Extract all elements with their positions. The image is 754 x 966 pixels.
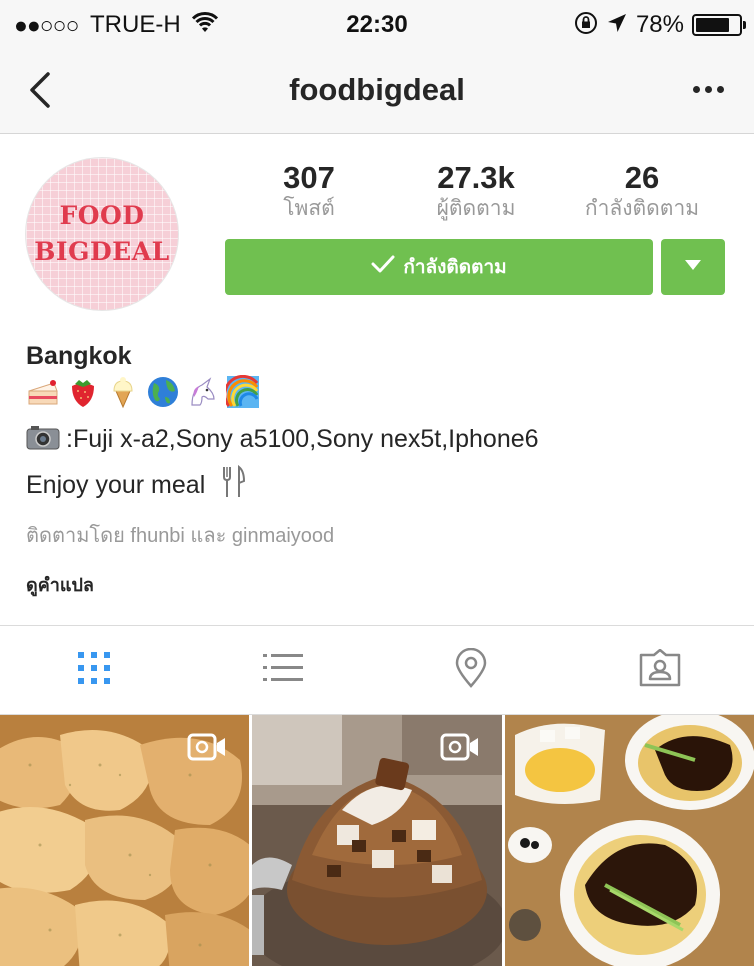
orientation-lock-icon [574,11,598,40]
avatar[interactable]: FOOD BIGDEAL [25,157,179,311]
battery-icon [692,14,746,36]
profile-username-title: foodbigdeal [289,72,465,107]
cake-icon [26,375,60,414]
avatar-text-line1: FOOD [59,201,145,230]
see-translation-link[interactable]: ดูคำแปล [26,570,726,600]
bio-meal-text: Enjoy your meal [26,471,206,499]
stat-posts[interactable]: 307 โพสต์ [219,160,399,222]
fork-knife-icon [220,464,246,512]
stat-followers-label: ผู้ติดตาม [436,197,516,220]
profile-view-tabs [0,625,754,715]
camera-icon [26,422,60,464]
rainbow-icon [223,374,260,414]
profile-full-name: Bangkok [26,342,132,370]
stat-following-count: 26 [624,160,660,195]
jajangmyeon-photo [504,715,754,966]
video-icon [187,733,227,761]
post-thumbnail[interactable] [0,715,250,966]
nav-bar: foodbigdeal [0,50,754,134]
checkmark-icon [371,254,395,280]
grid-icon [77,651,111,690]
ice-cream-icon [106,375,140,414]
post-thumbnail[interactable] [252,715,502,966]
following-button[interactable]: กำลังติดตาม [225,239,653,295]
list-icon [262,653,303,688]
status-right-group: 78% [574,10,746,40]
tab-grid[interactable] [0,626,189,714]
bio-emoji-row [26,374,726,414]
caret-down-icon [684,258,702,276]
dot [693,86,700,93]
tagged-icon [639,648,681,692]
battery-fill [696,18,729,32]
stat-followers-count: 27.3k [437,160,515,195]
globe-icon [146,375,180,414]
status-bar: ●●○○○ TRUE-H 22:30 78% [0,0,754,50]
tab-tagged[interactable] [566,626,754,714]
stat-following-label: กำลังติดตาม [584,197,700,220]
battery-percent: 78% [635,11,684,38]
dot [705,86,712,93]
stat-following[interactable]: 26 กำลังติดตาม [552,160,732,222]
dot [717,86,724,93]
more-dots-icon[interactable] [693,86,724,93]
bio-camera-line: :Fuji x-a2,Sony a5100,Sony nex5t,Iphone6 [26,418,726,464]
bio-camera-text: :Fuji x-a2,Sony a5100,Sony nex5t,Iphone6 [66,425,539,453]
stat-posts-label: โพสต์ [283,197,335,220]
stat-posts-count: 307 [283,160,335,195]
tab-location[interactable] [377,626,566,714]
avatar-text-line2: BIGDEAL [34,237,170,266]
tab-list[interactable] [189,626,378,714]
video-icon [440,733,480,761]
location-pin-icon [454,647,488,693]
suggestions-dropdown-button[interactable] [661,239,725,295]
following-button-label: กำลังติดตาม [403,257,507,278]
stat-followers[interactable]: 27.3k ผู้ติดตาม [386,160,566,222]
unicorn-icon [186,375,220,414]
post-grid [0,715,754,966]
bio-meal-line: Enjoy your meal [26,464,726,512]
followed-by-text[interactable]: ติดตามโดย fhunbi และ ginmaiyood [26,520,726,552]
strawberry-icon [66,375,100,414]
post-thumbnail[interactable] [504,715,754,966]
location-arrow-icon [606,12,628,39]
bio-section: Bangkok:Fuji x-a2,Sony a5100,Sony nex5t… [26,338,726,600]
